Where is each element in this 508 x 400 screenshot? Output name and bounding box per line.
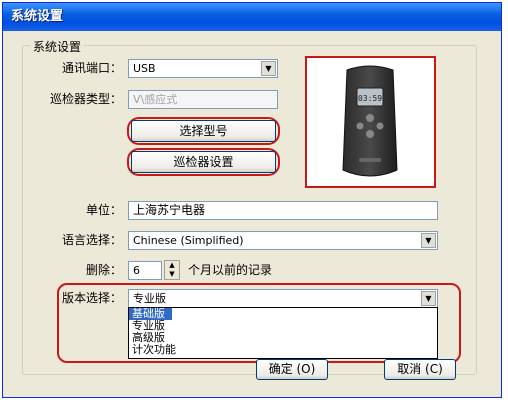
spin-down-icon[interactable]: ▼: [165, 270, 179, 279]
cancel-button[interactable]: 取消 (C): [384, 359, 456, 380]
device-type-value: V\感应式: [133, 93, 178, 106]
language-label: 语言选择：: [61, 233, 122, 247]
port-select[interactable]: USB ▼: [128, 59, 278, 78]
chevron-down-icon[interactable]: ▼: [261, 61, 276, 76]
language-value: Chinese (Simplified): [133, 234, 244, 247]
version-label: 版本选择：: [61, 291, 122, 305]
port-label: 通讯端口：: [61, 61, 122, 75]
unit-label: 单位：: [85, 203, 122, 217]
spin-up-icon[interactable]: ▲: [165, 261, 179, 270]
unit-input[interactable]: 上海苏宁电器: [128, 201, 438, 220]
device-screen-text: 03:59: [358, 94, 382, 103]
delete-label: 删除：: [85, 263, 122, 277]
port-value: USB: [133, 62, 156, 75]
title-bar: 系统设置: [3, 3, 501, 31]
device-type-field: V\感应式: [128, 90, 278, 109]
chevron-down-icon[interactable]: ▼: [421, 233, 436, 248]
version-dropdown-list: 基础版 专业版 高级版 计次功能: [128, 307, 438, 359]
version-option[interactable]: 计次功能: [129, 344, 437, 356]
version-value: 专业版: [133, 292, 166, 305]
device-settings-button[interactable]: 巡检器设置: [131, 151, 276, 173]
delete-months-spinner[interactable]: ▲ ▼: [164, 260, 180, 280]
delete-months-input[interactable]: 6: [128, 261, 162, 280]
version-option[interactable]: 专业版: [129, 320, 437, 332]
chevron-down-icon[interactable]: ▼: [421, 291, 436, 306]
device-image: 03:59: [342, 65, 398, 177]
version-select[interactable]: 专业版 ▼: [128, 289, 438, 308]
select-model-button[interactable]: 选择型号: [131, 120, 276, 142]
language-select[interactable]: Chinese (Simplified) ▼: [128, 231, 438, 250]
group-label: 系统设置: [30, 38, 85, 55]
device-type-label: 巡检器类型：: [49, 92, 122, 106]
delete-months-value: 6: [133, 264, 140, 277]
delete-suffix: 个月以前的记录: [188, 263, 273, 277]
window-title: 系统设置: [11, 9, 64, 24]
device-image-frame: 03:59: [305, 56, 436, 188]
ok-button[interactable]: 确定 (O): [256, 359, 328, 380]
unit-value: 上海苏宁电器: [133, 203, 206, 217]
